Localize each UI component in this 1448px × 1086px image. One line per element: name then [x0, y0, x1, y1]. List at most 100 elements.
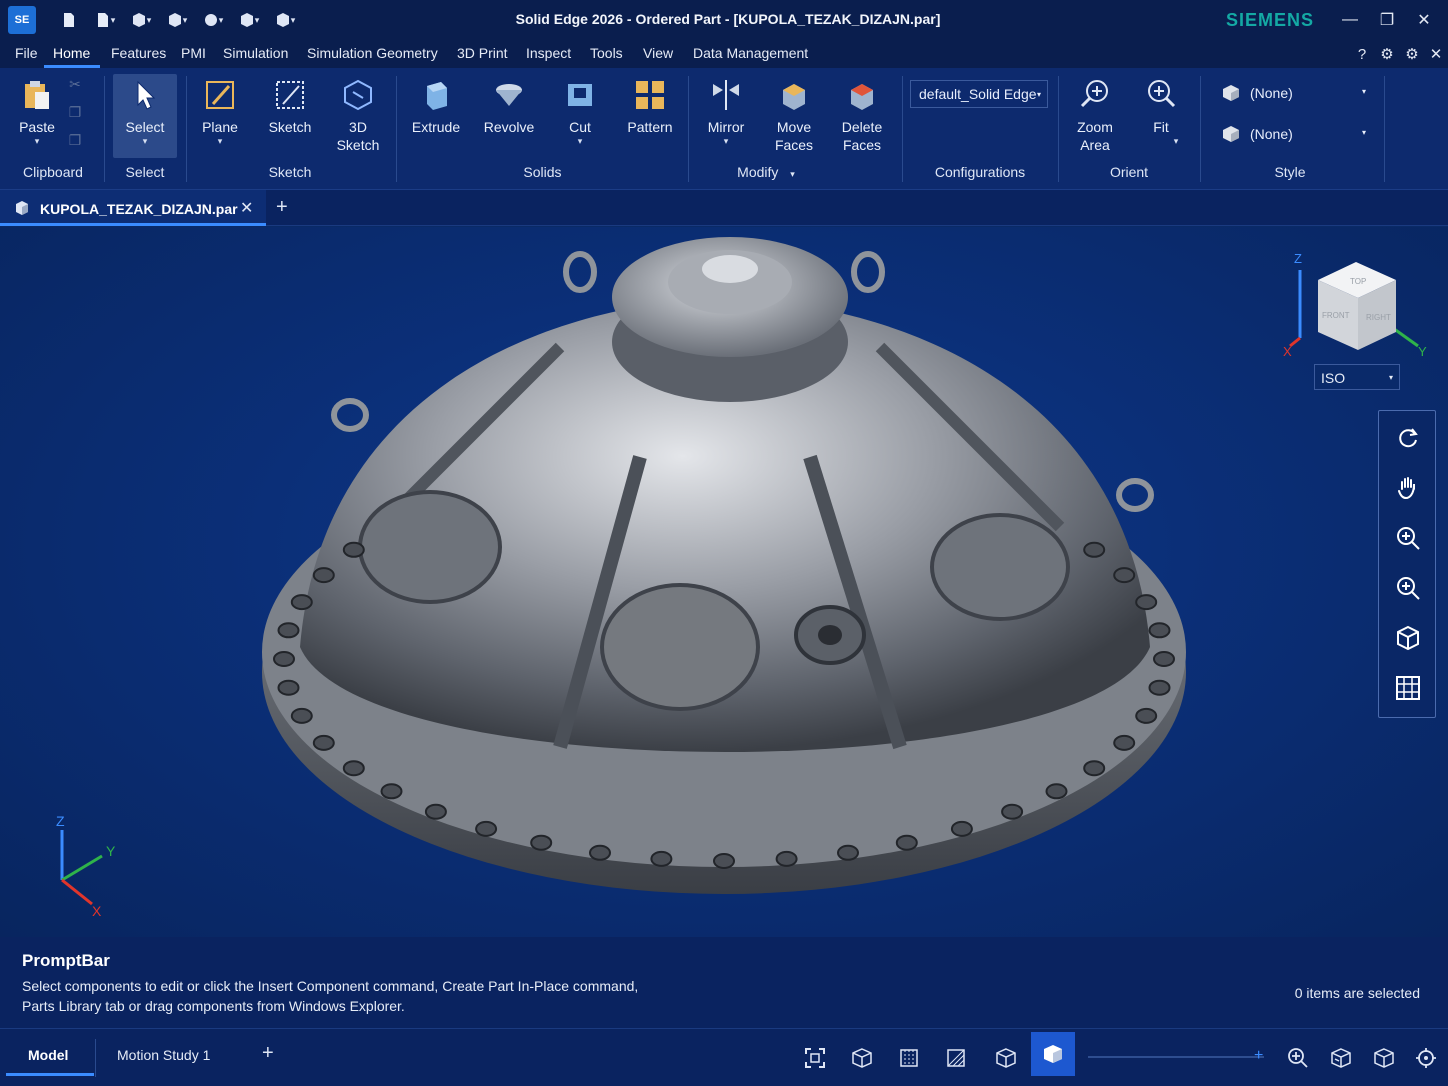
options-gear-icon[interactable]: ⚙ — [1377, 44, 1397, 64]
divider — [1058, 76, 1059, 182]
revolve-button[interactable]: Revolve — [478, 74, 540, 158]
tab-model[interactable]: Model — [28, 1047, 68, 1063]
group-orient: Orient — [1109, 164, 1149, 180]
shaded-icon[interactable] — [1031, 1032, 1075, 1076]
cut-small-icon[interactable]: ✂ — [66, 76, 84, 94]
zoom-in-icon[interactable] — [1393, 523, 1423, 553]
zoom-area-icon — [1080, 80, 1108, 108]
minimize-button[interactable]: — — [1334, 6, 1366, 34]
revolve-icon — [496, 84, 522, 106]
app-logo[interactable]: SE — [8, 6, 36, 34]
divider — [1200, 76, 1201, 182]
view-box-icon[interactable] — [1324, 1041, 1358, 1075]
add-study-button[interactable]: + — [262, 1042, 274, 1065]
pattern-button[interactable]: Pattern — [620, 74, 680, 158]
delete-faces-button[interactable]: Delete Faces — [832, 74, 892, 158]
3d-viewport[interactable]: Z Y X — [0, 227, 1448, 937]
flange-bolt — [775, 850, 798, 867]
dome-part-model[interactable] — [0, 227, 1448, 937]
svg-text:Z: Z — [56, 813, 65, 829]
grid-icon[interactable] — [1393, 673, 1423, 703]
sheetmetal-icon[interactable]: ▾ — [162, 8, 192, 32]
menu-features[interactable]: Features — [111, 45, 166, 61]
menu-inspect[interactable]: Inspect — [526, 45, 571, 61]
group-modify: Modify ▾ — [737, 164, 795, 180]
document-icon[interactable] — [54, 8, 84, 32]
pan-icon[interactable] — [1393, 473, 1423, 503]
cut-button[interactable]: Cut ▾ — [552, 74, 608, 158]
new-icon[interactable]: ▾ — [90, 8, 120, 32]
siemens-logo: SIEMENS — [1225, 10, 1314, 30]
menu-simulation-geometry[interactable]: Simulation Geometry — [307, 45, 438, 61]
flange-bolt — [837, 844, 859, 861]
plane-icon — [206, 81, 234, 109]
part-icon[interactable]: ▾ — [126, 8, 156, 32]
fit-button[interactable]: Fit ▾ — [1134, 74, 1188, 158]
extrude-button[interactable]: Extrude — [405, 74, 467, 158]
iso-view-icon[interactable] — [1367, 1041, 1401, 1075]
delete-faces-icon — [851, 84, 873, 110]
settings-gear-icon[interactable]: ⚙ — [1402, 44, 1422, 64]
view-orient-icon[interactable] — [1393, 623, 1423, 653]
zoom-slider-thumb[interactable]: + — [1254, 1047, 1263, 1065]
flange-bolt — [273, 651, 295, 667]
copy-small-icon[interactable]: ❐ — [66, 104, 84, 122]
flange-bolt — [530, 834, 553, 851]
restore-button[interactable]: ❐ — [1371, 6, 1403, 34]
flange-bolt — [380, 783, 403, 800]
move-faces-button[interactable]: Move Faces — [764, 74, 824, 158]
flange-bolt — [589, 844, 611, 861]
view-orientation-select[interactable]: ISO ▾ — [1314, 364, 1400, 390]
zoom-slider[interactable] — [1088, 1056, 1264, 1058]
selection-count: 0 items are selected — [1294, 985, 1420, 1001]
assembly-icon[interactable]: ▾ — [198, 8, 228, 32]
orbit-icon[interactable] — [1409, 1041, 1443, 1075]
draft-icon[interactable]: ▾ — [270, 8, 300, 32]
fit-view-icon[interactable] — [798, 1041, 832, 1075]
part-file-icon — [16, 201, 28, 215]
menu-home[interactable]: Home — [53, 45, 90, 61]
select-button[interactable]: Select ▾ — [113, 74, 177, 158]
visible-edges-icon[interactable] — [989, 1041, 1023, 1075]
close-tab-icon[interactable]: ✕ — [240, 198, 253, 218]
weldment-icon[interactable]: ▾ — [234, 8, 264, 32]
sketch-button[interactable]: Sketch — [262, 74, 318, 158]
mirror-icon — [713, 80, 739, 110]
configuration-dropdown[interactable]: default_Solid Edge ▾ — [910, 80, 1048, 108]
close-ribbon-icon[interactable]: ✕ — [1426, 44, 1446, 64]
menu-view[interactable]: View — [643, 45, 673, 61]
plane-button[interactable]: Plane ▾ — [192, 74, 248, 158]
menu-data-management[interactable]: Data Management — [693, 45, 808, 61]
close-window-button[interactable]: ✕ — [1408, 6, 1440, 34]
svg-text:X: X — [1283, 344, 1292, 359]
tab-motion-study[interactable]: Motion Study 1 — [117, 1047, 210, 1063]
mirror-button[interactable]: Mirror ▾ — [696, 74, 756, 158]
wireframe-icon[interactable] — [845, 1041, 879, 1075]
help-icon[interactable]: ? — [1352, 44, 1372, 64]
zoom-area-button[interactable]: Zoom Area — [1066, 74, 1124, 158]
paste-button[interactable]: Paste ▾ — [10, 74, 64, 158]
view-cube[interactable]: Z X Y TOP FRONT RIGHT — [1280, 248, 1430, 368]
hidden-edges-icon[interactable] — [892, 1041, 926, 1075]
format-painter-icon[interactable]: ❐ — [66, 132, 84, 150]
menu-file[interactable]: File — [15, 45, 38, 61]
3d-sketch-button[interactable]: 3D Sketch — [330, 74, 386, 158]
menu-3d-print[interactable]: 3D Print — [457, 45, 508, 61]
rotate-icon[interactable] — [1393, 423, 1423, 453]
modify-dialog-launcher[interactable]: ▾ — [790, 169, 795, 179]
menu-simulation[interactable]: Simulation — [223, 45, 288, 61]
menu-pmi[interactable]: PMI — [181, 45, 206, 61]
menu-tools[interactable]: Tools — [590, 45, 623, 61]
add-tab-button[interactable]: + — [276, 196, 288, 219]
flange-bolt — [1001, 803, 1024, 820]
zoom-icon[interactable] — [1393, 573, 1423, 603]
body-style-dropdown[interactable]: (None) ▾ — [1214, 119, 1374, 149]
zoom-icon[interactable] — [1281, 1041, 1315, 1075]
flange-bolt — [1083, 541, 1106, 558]
center-hatch — [600, 583, 760, 711]
move-faces-icon — [783, 84, 805, 110]
section-icon[interactable] — [939, 1041, 973, 1075]
document-tab[interactable]: KUPOLA_TEZAK_DIZAJN.par ✕ — [0, 190, 266, 226]
chevron-down-icon: ▾ — [1361, 87, 1366, 96]
face-style-dropdown[interactable]: (None) ▾ — [1214, 78, 1374, 108]
